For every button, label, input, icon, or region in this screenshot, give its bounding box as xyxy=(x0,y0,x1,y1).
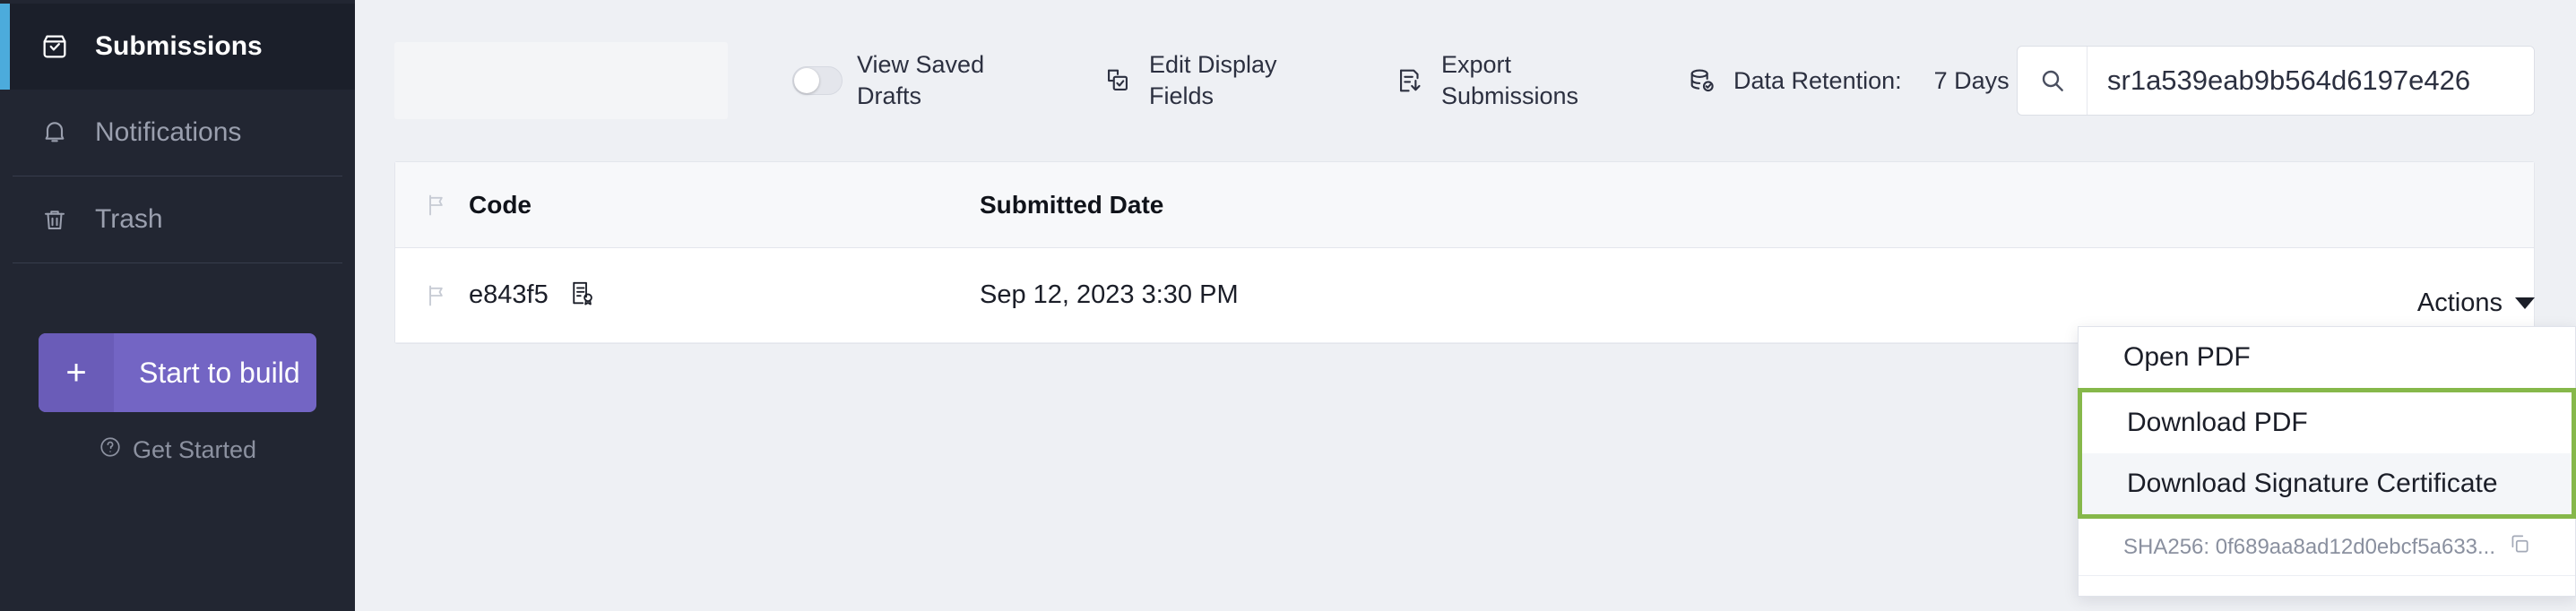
sidebar-item-label: Notifications xyxy=(95,117,242,147)
copy-icon[interactable] xyxy=(2508,532,2531,562)
highlight-box: Download PDF Download Signature Certific… xyxy=(2078,388,2576,519)
placeholder-card xyxy=(394,42,728,119)
sidebar-item-trash[interactable]: Trash xyxy=(0,176,355,262)
toolbar: View Saved Drafts Edit Display Fields Ex… xyxy=(355,0,2576,161)
menu-item-open-pdf[interactable]: Open PDF xyxy=(2079,327,2575,388)
export-submissions-label: Export Submissions xyxy=(1441,51,1579,109)
sidebar: Submissions Notifications Trash + Start … xyxy=(0,0,355,611)
trash-icon xyxy=(38,202,72,237)
column-header-submitted-date[interactable]: Submitted Date xyxy=(980,191,2534,219)
start-to-build-button[interactable]: + Start to build xyxy=(39,333,316,412)
view-saved-drafts-toggle[interactable]: View Saved Drafts xyxy=(792,49,1036,111)
copy-check-icon xyxy=(1101,64,1135,98)
export-submissions-button[interactable]: Export Submissions xyxy=(1393,49,1621,111)
sidebar-item-label: Submissions xyxy=(95,31,263,61)
start-to-build-label: Start to build xyxy=(139,356,300,389)
actions-label: Actions xyxy=(2416,288,2503,317)
toggle-switch[interactable] xyxy=(792,66,843,95)
chevron-down-icon xyxy=(2515,297,2535,309)
sidebar-item-submissions[interactable]: Submissions xyxy=(0,4,355,90)
edit-display-fields-button[interactable]: Edit Display Fields xyxy=(1101,49,1328,111)
certificate-icon[interactable] xyxy=(568,280,595,311)
actions-dropdown-menu: Open PDF Download PDF Download Signature… xyxy=(2078,326,2576,597)
data-retention-item[interactable]: Data Retention: xyxy=(1685,64,1902,98)
sidebar-item-notifications[interactable]: Notifications xyxy=(0,90,355,176)
question-circle-icon xyxy=(99,435,122,465)
cell-submitted-date: Sep 12, 2023 3:30 PM xyxy=(980,280,1239,309)
cell-code: e843f5 xyxy=(469,280,549,309)
app-root: Submissions Notifications Trash + Start … xyxy=(0,0,2576,611)
active-accent-bar xyxy=(0,4,10,90)
bell-icon xyxy=(38,116,72,150)
flag-icon xyxy=(424,193,469,218)
edit-display-fields-label: Edit Display Fields xyxy=(1149,51,1277,109)
sidebar-item-label: Trash xyxy=(95,204,163,234)
search-input[interactable] xyxy=(2088,47,2534,115)
menu-item-download-pdf[interactable]: Download PDF xyxy=(2082,392,2572,453)
flag-icon[interactable] xyxy=(424,283,469,308)
main-content: View Saved Drafts Edit Display Fields Ex… xyxy=(355,0,2576,611)
submissions-table: Code Submitted Date e843f5 Sep 12, 2023 … xyxy=(394,161,2535,344)
sha256-text: SHA256: 0f689aa8ad12d0ebcf5a633... xyxy=(2123,534,2496,559)
dropdown-footer xyxy=(2079,576,2575,596)
data-retention-value: 7 Days xyxy=(1933,66,2010,94)
search-box[interactable] xyxy=(2017,46,2535,116)
get-started-link[interactable]: Get Started xyxy=(0,435,355,465)
toggle-knob xyxy=(794,68,819,93)
database-check-icon xyxy=(1685,64,1719,98)
column-header-code[interactable]: Code xyxy=(469,191,980,219)
actions-button[interactable]: Actions xyxy=(2417,288,2535,318)
table-header-row: Code Submitted Date xyxy=(395,162,2534,248)
inbox-check-icon xyxy=(38,30,72,64)
plus-icon: + xyxy=(39,333,114,412)
sha256-row[interactable]: SHA256: 0f689aa8ad12d0ebcf5a633... xyxy=(2079,519,2575,576)
search-icon[interactable] xyxy=(2018,47,2088,115)
export-down-icon xyxy=(1393,64,1427,98)
view-saved-drafts-label: View Saved Drafts xyxy=(857,51,985,109)
get-started-label: Get Started xyxy=(132,436,257,463)
menu-item-download-signature-certificate[interactable]: Download Signature Certificate xyxy=(2082,453,2572,514)
data-retention-label: Data Retention: xyxy=(1733,66,1902,94)
